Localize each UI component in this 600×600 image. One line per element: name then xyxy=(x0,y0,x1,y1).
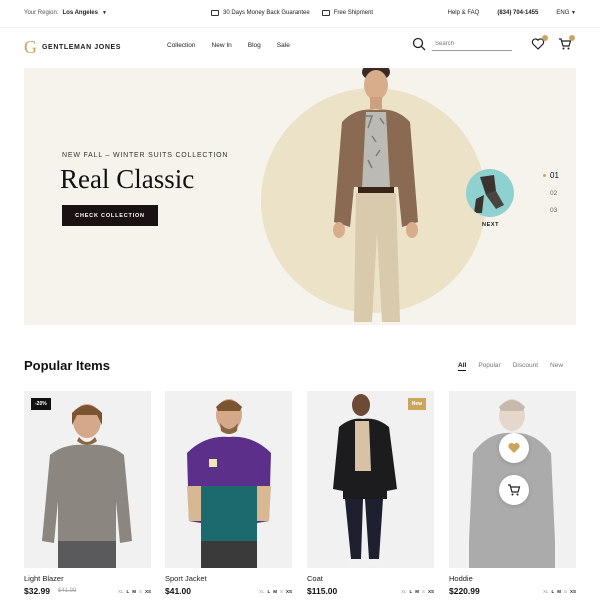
product-old-price: $41.99 xyxy=(58,588,77,594)
region-label: Your Region: xyxy=(24,10,59,16)
logo[interactable]: G GENTLEMAN JONES xyxy=(24,38,121,56)
size-option[interactable]: S xyxy=(564,589,567,594)
hero-subtitle: NEW FALL – WINTER SUITS COLLECTION xyxy=(62,152,229,159)
heart-icon xyxy=(508,442,520,453)
check-collection-button[interactable]: CHECK COLLECTION xyxy=(62,205,158,226)
size-option[interactable]: XL xyxy=(543,589,549,594)
logo-mark: G xyxy=(24,37,37,57)
product-card-hoddie[interactable]: Hoddie $220.99 XL L M S XS xyxy=(449,391,576,600)
truck-icon xyxy=(321,10,330,16)
size-option[interactable]: XL xyxy=(259,589,265,594)
search-icon[interactable] xyxy=(412,37,426,51)
filter-new[interactable]: New xyxy=(550,362,563,371)
size-list: XL L M S XS xyxy=(401,589,434,594)
phone-number[interactable]: (834) 704-1455 xyxy=(497,10,538,16)
product-card-sport-jacket[interactable]: Sport Jacket $41.00 XL L M S XS xyxy=(165,391,292,600)
product-name[interactable]: Sport Jacket xyxy=(165,574,207,583)
product-image[interactable] xyxy=(24,391,151,568)
add-to-wishlist-button[interactable] xyxy=(499,433,529,463)
filter-all[interactable]: All xyxy=(458,362,467,371)
product-card-coat[interactable]: New Coat $115.00 XL L M S XS xyxy=(307,391,434,600)
size-list: XL L M S XS xyxy=(118,589,151,594)
product-card-light-blazer[interactable]: -20% Light Blazer $32.99 $41.99 XL L M S… xyxy=(24,391,151,600)
shipping-promo: Free Shipment xyxy=(321,10,374,16)
hero-banner: NEW FALL – WINTER SUITS COLLECTION Real … xyxy=(24,68,576,325)
hero-pager: 01 02 03 xyxy=(543,171,559,214)
product-name[interactable]: Hoddie xyxy=(449,574,473,583)
product-name[interactable]: Light Blazer xyxy=(24,574,64,583)
product-filters: All Popular Discount New xyxy=(458,362,563,371)
size-option[interactable]: XS xyxy=(570,589,576,594)
next-label[interactable]: NEXT xyxy=(482,222,499,228)
pager-label-01: 01 xyxy=(550,171,559,180)
nav-item-new-in[interactable]: New In xyxy=(212,42,232,49)
product-image[interactable] xyxy=(307,391,434,568)
size-list: XL L M S XS xyxy=(543,589,576,594)
cart-badge xyxy=(569,35,575,41)
size-list: XL L M S XS xyxy=(259,589,292,594)
search-input[interactable] xyxy=(432,37,512,51)
size-option[interactable]: M xyxy=(415,589,419,594)
pager-item-02[interactable]: 02 xyxy=(543,190,559,197)
product-price: $115.00 xyxy=(307,586,338,596)
top-bar: Your Region: Los Angeles ▼ 30 Days Money… xyxy=(0,0,600,28)
popular-items-title: Popular Items xyxy=(24,358,110,373)
language-value: ENG xyxy=(556,10,570,16)
product-price: $41.00 xyxy=(165,586,191,596)
discount-badge: -20% xyxy=(31,398,51,410)
hero-title: Real Classic xyxy=(60,164,195,194)
add-to-cart-button[interactable] xyxy=(499,475,529,505)
product-image[interactable] xyxy=(165,391,292,568)
size-option[interactable]: XS xyxy=(145,589,151,594)
money-back-promo: 30 Days Money Back Guarantee xyxy=(211,10,310,16)
next-slide-thumbnail[interactable] xyxy=(466,169,514,217)
promo-strip: 30 Days Money Back Guarantee Free Shipme… xyxy=(211,10,373,16)
nav-item-sale[interactable]: Sale xyxy=(277,42,290,49)
active-dot xyxy=(543,174,546,177)
size-option[interactable]: M xyxy=(132,589,136,594)
size-option[interactable]: S xyxy=(280,589,283,594)
product-name[interactable]: Coat xyxy=(307,574,323,583)
chevron-down-icon: ▼ xyxy=(571,10,576,16)
new-badge: New xyxy=(407,398,426,410)
hero-model-image xyxy=(333,68,418,322)
gift-icon xyxy=(211,10,219,16)
pager-item-03[interactable]: 03 xyxy=(543,207,559,214)
size-option[interactable]: XS xyxy=(428,589,434,594)
brand-name: GENTLEMAN JONES xyxy=(42,43,122,51)
nav-item-collection[interactable]: Collection xyxy=(167,42,196,49)
region-value[interactable]: Los Angeles xyxy=(62,10,97,16)
main-nav: Collection New In Blog Sale xyxy=(167,42,290,49)
main-header: G GENTLEMAN JONES Collection New In Blog… xyxy=(0,28,600,66)
wishlist-badge xyxy=(542,35,548,41)
next-model-image xyxy=(474,175,504,213)
size-option[interactable]: M xyxy=(557,589,561,594)
nav-item-blog[interactable]: Blog xyxy=(248,42,261,49)
size-option[interactable]: XS xyxy=(286,589,292,594)
filter-popular[interactable]: Popular xyxy=(478,362,500,371)
size-option[interactable]: L xyxy=(551,589,554,594)
help-link[interactable]: Help & FAQ xyxy=(448,10,480,16)
product-price: $32.99 xyxy=(24,586,50,596)
size-option[interactable]: M xyxy=(273,589,277,594)
size-option[interactable]: XL xyxy=(401,589,407,594)
size-option[interactable]: L xyxy=(409,589,412,594)
size-option[interactable]: XL xyxy=(118,589,124,594)
product-price: $220.99 xyxy=(449,586,480,596)
filter-discount[interactable]: Discount xyxy=(513,362,538,371)
top-bar-right: Help & FAQ (834) 704-1455 ENG ▼ xyxy=(448,10,576,16)
cart-icon xyxy=(508,484,521,496)
size-option[interactable]: S xyxy=(422,589,425,594)
size-option[interactable]: L xyxy=(126,589,129,594)
promo-text-2: Free Shipment xyxy=(333,10,374,16)
size-option[interactable]: S xyxy=(139,589,142,594)
region-selector[interactable]: Your Region: Los Angeles ▼ xyxy=(24,10,107,16)
language-selector[interactable]: ENG ▼ xyxy=(556,10,576,16)
size-option[interactable]: L xyxy=(267,589,270,594)
chevron-down-icon: ▼ xyxy=(101,10,107,16)
pager-item-01[interactable]: 01 xyxy=(543,171,559,180)
promo-text-1: 30 Days Money Back Guarantee xyxy=(223,10,310,16)
